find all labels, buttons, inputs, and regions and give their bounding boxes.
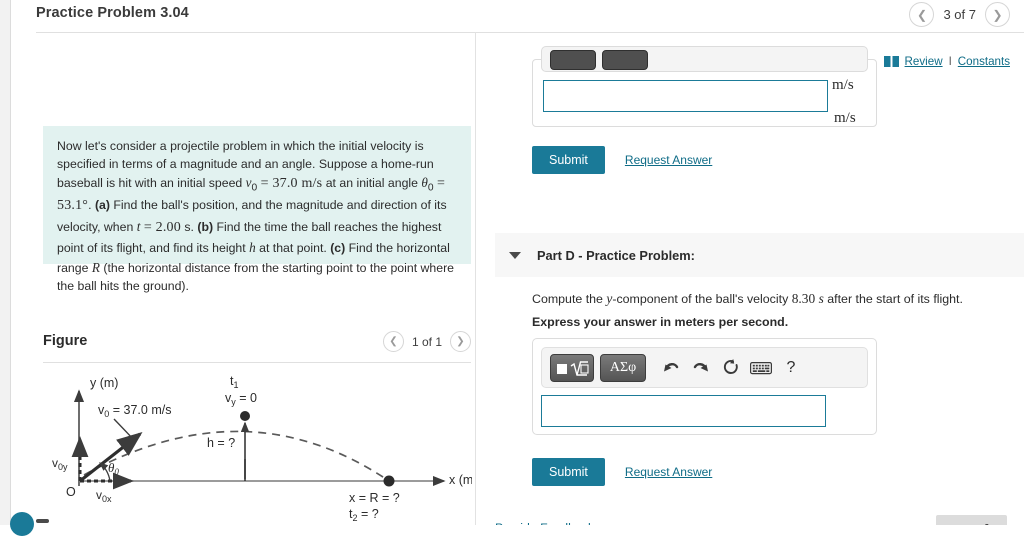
previous-answer-actions: Submit Request Answer — [532, 146, 712, 174]
problem-statement-text: Now let's consider a projectile problem … — [57, 139, 455, 294]
figure-label-v0y: v0y — [52, 456, 68, 472]
redo-icon[interactable] — [686, 354, 716, 382]
answer-input[interactable] — [541, 395, 826, 427]
previous-greek-button[interactable] — [602, 50, 648, 70]
part-d-header[interactable]: Part D - Practice Problem: — [495, 233, 1024, 277]
landing-point — [383, 475, 395, 487]
figure-pager: ❮ 1 of 1 ❯ — [382, 331, 471, 352]
figure-label-t1: t1 — [230, 374, 239, 390]
figure-pager-label: 1 of 1 — [411, 334, 442, 349]
app-header: Practice Problem 3.04 ❮ 3 of 7 ❯ — [0, 0, 1024, 32]
figure-label-theta0: θ0 — [108, 460, 119, 477]
chat-bubble-tail — [36, 519, 49, 523]
problem-pager: ❮ 3 of 7 ❯ — [909, 2, 1010, 27]
previous-math-toolbar[interactable] — [541, 46, 868, 72]
redo-glyph — [693, 362, 708, 371]
greek-letters-icon[interactable]: ΑΣφ — [600, 353, 646, 382]
previous-answer-card — [532, 46, 877, 127]
part-d-prompt: Compute the y-component of the ball's ve… — [532, 291, 963, 306]
chat-bubble-icon[interactable] — [10, 512, 34, 536]
previous-submit-button[interactable]: Submit — [532, 146, 605, 174]
answer-entry-card: ΑΣφ ? — [532, 338, 877, 435]
part-d-title: Part D - Practice Problem: — [537, 247, 695, 263]
figure-label-range: x = R = ? — [349, 491, 400, 505]
projectile-figure[interactable]: y (m) x (m) O v0 = 37.0 m/s v0y v0x θ0 t… — [52, 371, 477, 526]
previous-answer-input[interactable] — [543, 80, 828, 112]
previous-template-button[interactable] — [550, 50, 596, 70]
figure-label-x-axis: x (m) — [449, 473, 472, 487]
apex-point — [240, 411, 250, 421]
figure-prev-icon[interactable]: ❮ — [382, 331, 404, 352]
math-toolbar: ΑΣφ ? — [541, 347, 868, 388]
submit-button[interactable]: Submit — [532, 458, 605, 486]
part-d-instruction: Express your answer in meters per second… — [532, 315, 789, 329]
figure-label-y-axis: y (m) — [90, 376, 118, 390]
caret-down-icon[interactable] — [509, 251, 521, 259]
figure-label-v0x: v0x — [96, 488, 112, 504]
keyboard-icon[interactable] — [746, 354, 776, 382]
right-panel: Review I Constants m/s Submit Request An… — [476, 33, 1024, 525]
answer-actions: Submit Request Answer — [532, 458, 712, 486]
review-link[interactable]: Review — [905, 55, 943, 68]
figure-label-height: h = ? — [207, 436, 235, 450]
problem-statement-box: Now let's consider a projectile problem … — [43, 126, 471, 293]
provide-feedback-link[interactable]: Provide Feedback — [495, 521, 594, 525]
previous-answer-unit: m/s — [832, 77, 854, 93]
math-template-glyph — [557, 360, 589, 376]
help-icon[interactable]: ? — [776, 354, 806, 382]
projectile-figure-svg: y (m) x (m) O v0 = 37.0 m/s v0y v0x θ0 t… — [52, 374, 477, 523]
next-button[interactable]: Next ❯ — [936, 515, 1007, 525]
constants-link[interactable]: Constants — [958, 55, 1010, 68]
left-panel: Now let's consider a projectile problem … — [12, 33, 477, 526]
chevron-left-icon[interactable]: ❮ — [909, 2, 935, 27]
answer-unit: m/s — [834, 110, 856, 126]
figure-label-vy-zero: vy = 0 — [225, 391, 257, 407]
undo-icon[interactable] — [656, 354, 686, 382]
figure-title: Figure — [43, 333, 88, 349]
book-icon — [883, 56, 899, 67]
page-title: Practice Problem 3.04 — [36, 5, 189, 21]
chevron-right-icon[interactable]: ❯ — [985, 2, 1010, 27]
keyboard-glyph — [750, 361, 772, 374]
review-separator: I — [948, 55, 952, 68]
undo-glyph — [664, 362, 679, 371]
figure-divider — [43, 362, 471, 363]
previous-request-answer-link[interactable]: Request Answer — [625, 153, 712, 167]
math-template-icon[interactable] — [550, 353, 594, 382]
request-answer-link[interactable]: Request Answer — [625, 465, 712, 479]
figure-next-icon[interactable]: ❯ — [450, 331, 471, 352]
figure-label-t2: t2 = ? — [349, 507, 379, 523]
pager-label: 3 of 7 — [943, 7, 976, 22]
review-constants-bar: Review I Constants — [883, 55, 1010, 68]
figure-label-origin: O — [66, 485, 76, 499]
reset-glyph — [723, 358, 738, 374]
trajectory-path — [83, 430, 390, 482]
reset-icon[interactable] — [716, 354, 746, 382]
left-gutter — [0, 0, 11, 525]
figure-label-v0: v0 = 37.0 m/s — [98, 403, 171, 419]
